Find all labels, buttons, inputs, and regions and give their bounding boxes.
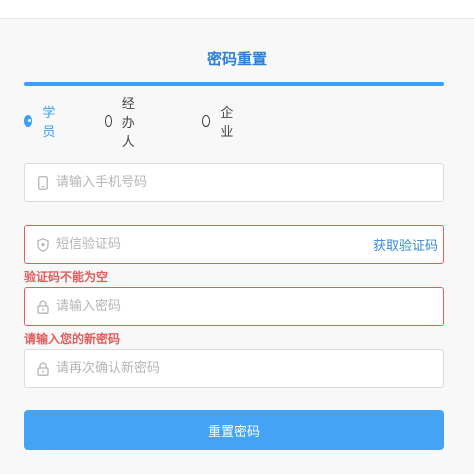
phone-icon — [36, 175, 50, 191]
password-error: 请输入您的新密码 — [24, 332, 121, 346]
sms-code-input[interactable] — [56, 226, 373, 263]
sms-code-error: 验证码不能为空 — [24, 270, 109, 284]
get-code-button[interactable]: 获取验证码 — [373, 235, 438, 254]
confirm-password-field — [24, 349, 444, 388]
radio-agent-label: 经办人 — [121, 96, 135, 150]
shield-icon — [36, 237, 50, 253]
radio-student-label: 学员 — [42, 106, 56, 140]
radio-student[interactable]: 学员 — [24, 106, 59, 140]
password-field — [24, 287, 444, 326]
phone-field — [24, 163, 444, 202]
radio-company[interactable]: 企业 — [202, 106, 237, 140]
radio-unchecked-icon — [105, 115, 112, 127]
radio-company-label: 企业 — [220, 106, 234, 140]
title-underline — [24, 82, 444, 86]
sms-code-field: 获取验证码 — [24, 225, 444, 264]
radio-unchecked-icon — [202, 115, 211, 127]
phone-input[interactable] — [56, 164, 443, 201]
confirm-password-input[interactable] — [56, 350, 443, 387]
password-input[interactable] — [56, 288, 443, 325]
reset-password-button[interactable]: 重置密码 — [24, 410, 444, 450]
top-bar — [0, 0, 474, 19]
radio-agent[interactable]: 经办人 — [105, 97, 140, 150]
radio-checked-icon — [24, 115, 33, 127]
page-title: 密码重置 — [206, 50, 267, 68]
lock-icon — [36, 299, 50, 315]
lock-icon — [36, 361, 50, 377]
